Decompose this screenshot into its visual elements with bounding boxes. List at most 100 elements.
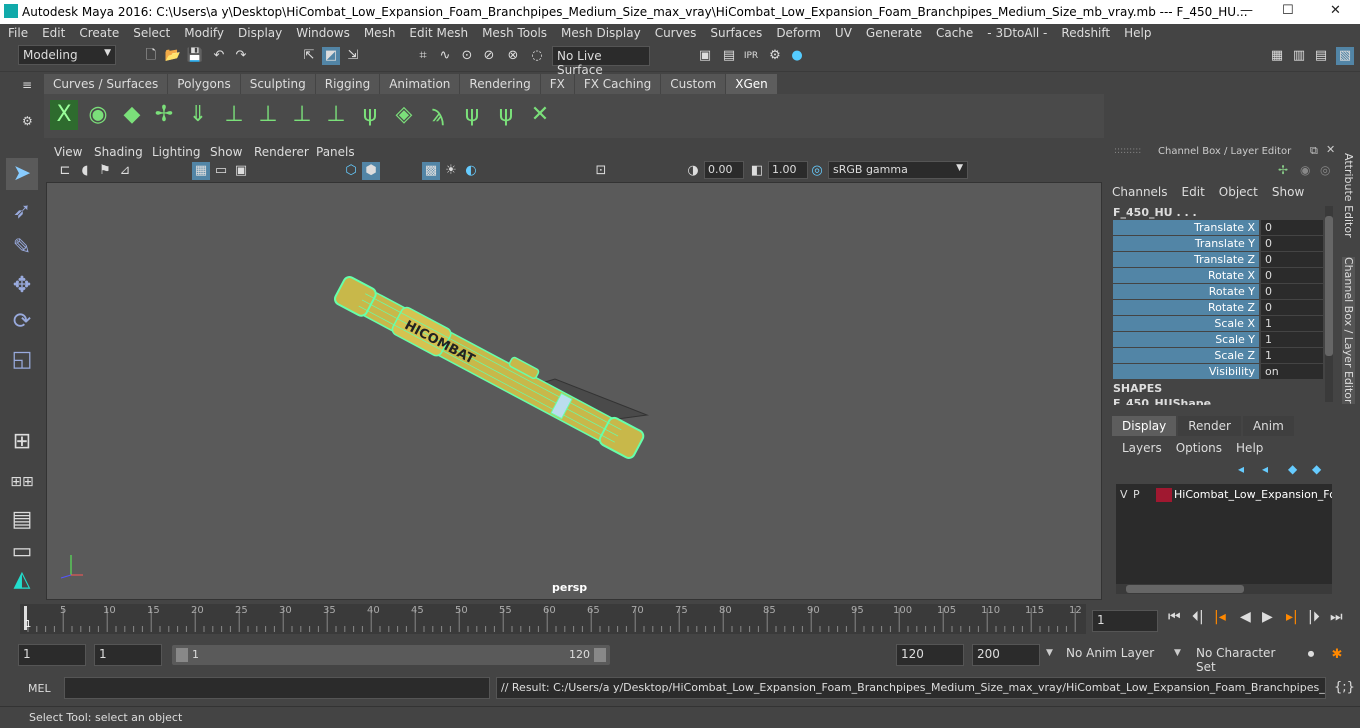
scene-end-field[interactable]: 200 xyxy=(972,644,1040,666)
menu-uv[interactable]: UV xyxy=(827,24,858,42)
shelf-tab-fx[interactable]: FX xyxy=(540,74,574,94)
shelf-tab-xgen[interactable]: XGen xyxy=(726,74,777,94)
layer-menu-layers[interactable]: Layers xyxy=(1122,441,1162,455)
xgen-comb-icon[interactable]: ψ xyxy=(458,100,486,130)
snap-point-icon[interactable]: ⊙ xyxy=(458,47,476,65)
viewport-persp[interactable]: HICOMBAT xyxy=(46,182,1102,600)
float-panel-icon[interactable]: ⧉ xyxy=(1310,144,1318,158)
step-back-key-icon[interactable]: |◂ xyxy=(1214,609,1226,625)
xgen-lock-icon[interactable]: ⊥ xyxy=(288,100,316,130)
channel-value[interactable]: 1 xyxy=(1261,332,1323,347)
shelf-tab-rendering[interactable]: Rendering xyxy=(460,74,540,94)
cb-menu-edit[interactable]: Edit xyxy=(1182,185,1205,199)
bookmark-icon[interactable]: ⚑ xyxy=(96,162,114,180)
auto-key-icon[interactable]: ⏺ xyxy=(1302,646,1320,664)
channel-scrollbar[interactable] xyxy=(1325,206,1333,402)
select-component-icon[interactable]: ⇲ xyxy=(344,47,362,65)
xgen-sculpt-guide-icon[interactable]: ⇓ xyxy=(184,100,212,130)
range-start-handle[interactable] xyxy=(176,648,188,662)
maximize-button[interactable]: ☐ xyxy=(1282,3,1294,18)
side-tab-channel-box[interactable]: Channel Box / Layer Editor xyxy=(1342,257,1355,404)
ipr-render-icon[interactable]: IPR xyxy=(742,47,760,65)
shelf-tab-fx-caching[interactable]: FX Caching xyxy=(574,74,661,94)
move-layer-up-icon[interactable]: ◂ xyxy=(1238,462,1244,476)
vp-menu-show[interactable]: Show xyxy=(210,145,242,159)
channel-value[interactable]: 1 xyxy=(1261,348,1323,363)
channel-value[interactable]: 0 xyxy=(1261,284,1323,299)
new-layer-selected-icon[interactable]: ◆ xyxy=(1312,462,1321,476)
layer-name[interactable]: HiCombat_Low_Expansion_Foam_Branchpipes_… xyxy=(1174,488,1332,501)
layer-menu-options[interactable]: Options xyxy=(1176,441,1222,455)
rotate-tool-icon[interactable]: ⟳ xyxy=(6,306,38,338)
tool-settings-icon[interactable]: ▤ xyxy=(1312,47,1330,65)
channel-box-toggle-icon[interactable]: ▧ xyxy=(1336,47,1354,65)
wireframe-icon[interactable]: ⬡ xyxy=(342,162,360,180)
channel-row[interactable]: Visibility on xyxy=(1113,364,1323,379)
menu-create[interactable]: Create xyxy=(71,24,125,42)
hypershade-icon[interactable]: ● xyxy=(788,47,806,65)
menu-edit-mesh[interactable]: Edit Mesh xyxy=(401,24,474,42)
channel-row[interactable]: Rotate Z0 xyxy=(1113,300,1323,315)
select-object-icon[interactable]: ◩ xyxy=(322,47,340,65)
vp-menu-shading[interactable]: Shading xyxy=(94,145,143,159)
channel-value[interactable]: 0 xyxy=(1261,300,1323,315)
vp-menu-renderer[interactable]: Renderer xyxy=(254,145,309,159)
xgen-grid-icon[interactable]: ◈ xyxy=(390,100,418,130)
shelf-menu-icon[interactable]: ≡ xyxy=(22,78,32,92)
menu-deform[interactable]: Deform xyxy=(768,24,827,42)
move-layer-down-icon[interactable]: ◂ xyxy=(1262,462,1268,476)
xgen-cut-icon[interactable]: ψ xyxy=(492,100,520,130)
script-editor-icon[interactable]: {;} xyxy=(1334,679,1355,697)
menu-mesh[interactable]: Mesh xyxy=(356,24,402,42)
go-to-start-icon[interactable]: ⏮ xyxy=(1168,609,1181,625)
xgen-preview-icon[interactable]: ◉ xyxy=(84,100,112,130)
menu-3dtoall[interactable]: - 3DtoAll - xyxy=(979,24,1053,42)
minimize-button[interactable]: — xyxy=(1240,3,1253,18)
playback-start-field[interactable]: 1 xyxy=(94,644,162,666)
shelf-tab-custom[interactable]: Custom xyxy=(661,74,726,94)
snap-curve-icon[interactable]: ∿ xyxy=(436,47,454,65)
xgen-hair-icon[interactable]: ⊥ xyxy=(322,100,350,130)
gamma-icon[interactable]: ◧ xyxy=(748,162,766,180)
anim-layer-select[interactable]: No Anim Layer xyxy=(1062,644,1164,666)
channel-value[interactable]: 0 xyxy=(1261,220,1323,235)
vp-menu-lighting[interactable]: Lighting xyxy=(152,145,201,159)
layer-color-swatch[interactable] xyxy=(1156,488,1172,502)
menu-display[interactable]: Display xyxy=(230,24,288,42)
menu-modify[interactable]: Modify xyxy=(176,24,230,42)
menu-cache[interactable]: Cache xyxy=(928,24,979,42)
step-forward-key-icon[interactable]: ▸| xyxy=(1286,609,1298,625)
xgen-guide-icon[interactable]: ⊥ xyxy=(254,100,282,130)
layer-row[interactable]: V P HiCombat_Low_Expansion_Foam_Branchpi… xyxy=(1116,486,1332,504)
smooth-shade-icon[interactable]: ⬢ xyxy=(362,162,380,180)
menu-file[interactable]: File xyxy=(0,24,34,42)
shelf-tab-sculpting[interactable]: Sculpting xyxy=(240,74,315,94)
snap-live-icon[interactable]: ◌ xyxy=(528,47,546,65)
character-set-select[interactable]: No Character Set xyxy=(1192,644,1294,674)
xgen-place-icon[interactable]: ⊥ xyxy=(220,100,248,130)
snap-surface-icon[interactable]: ⊗ xyxy=(504,47,522,65)
mel-input[interactable] xyxy=(64,677,490,699)
layer-menu-help[interactable]: Help xyxy=(1236,441,1263,455)
close-button[interactable]: ✕ xyxy=(1330,3,1341,18)
isolate-icon[interactable]: ⊡ xyxy=(592,162,610,180)
lights-icon[interactable]: ☀ xyxy=(442,162,460,180)
tab-anim[interactable]: Anim xyxy=(1242,416,1294,436)
menu-edit[interactable]: Edit xyxy=(34,24,71,42)
step-forward-icon[interactable]: |⏵ xyxy=(1308,609,1320,625)
menu-mesh-display[interactable]: Mesh Display xyxy=(553,24,647,42)
chevron-down-icon[interactable]: ▼ xyxy=(1046,648,1053,658)
film-gate-icon[interactable]: ▭ xyxy=(212,162,230,180)
channel-value[interactable]: 0 xyxy=(1261,268,1323,283)
channel-value[interactable]: on xyxy=(1261,364,1323,379)
xgen-bend-icon[interactable]: ϡ xyxy=(424,100,452,130)
manipulator-icon[interactable]: ✢ xyxy=(1278,163,1288,177)
workspace-icon[interactable]: ▦ xyxy=(1268,47,1286,65)
four-view-icon[interactable]: ⊞⊞ xyxy=(6,466,38,498)
channel-value[interactable]: 1 xyxy=(1261,316,1323,331)
channel-row[interactable]: Translate X0 xyxy=(1113,220,1323,235)
scale-tool-icon[interactable]: ◱ xyxy=(6,344,38,376)
textured-icon[interactable]: ▩ xyxy=(422,162,440,180)
channel-value[interactable]: 0 xyxy=(1261,236,1323,251)
scene-start-field[interactable]: 1 xyxy=(18,644,86,666)
